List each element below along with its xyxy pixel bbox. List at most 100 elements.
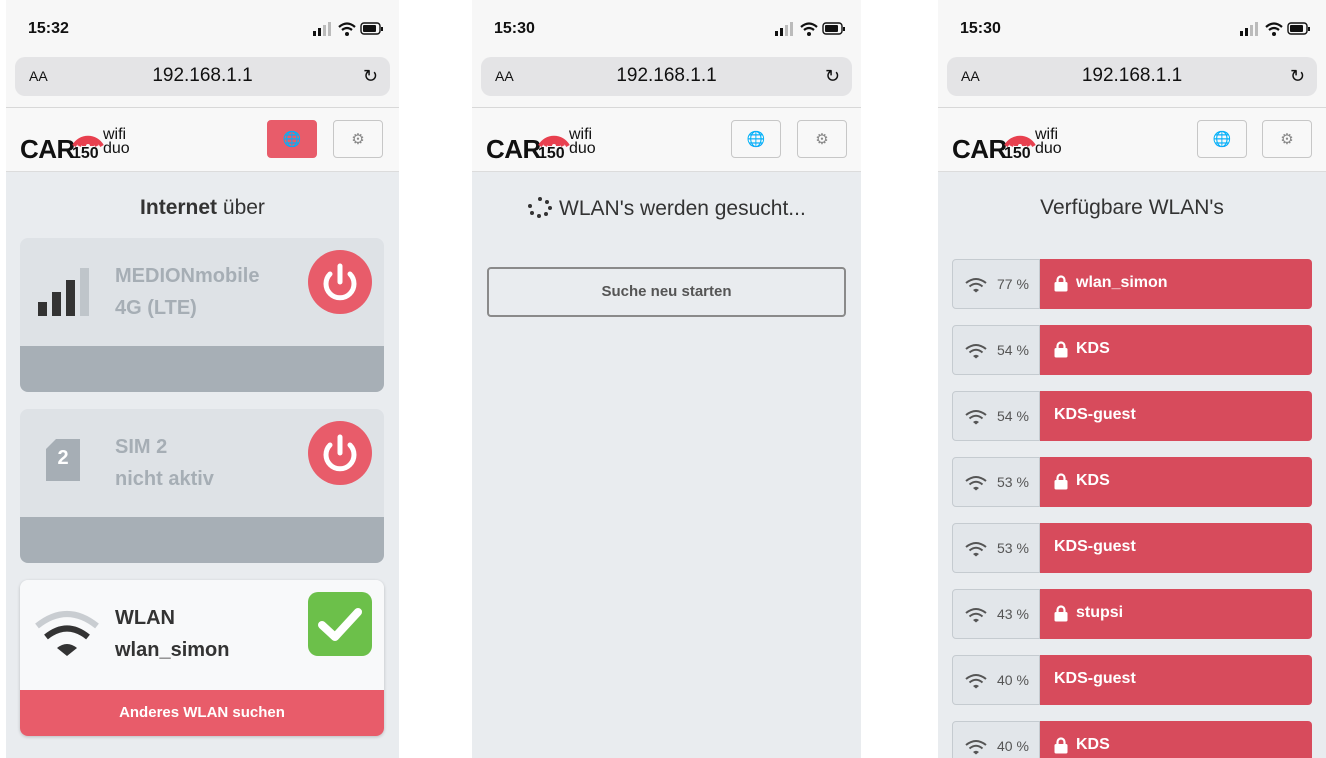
logo-duo: duo xyxy=(569,140,596,157)
wlan-signal: 54 % xyxy=(952,391,1040,441)
address-bar[interactable]: AA 192.168.1.1 ↻ xyxy=(15,57,390,96)
card-mobile: MEDIONmobile 4G (LTE) xyxy=(20,238,384,392)
wifi-signal-icon xyxy=(965,278,987,293)
wifi-signal-icon xyxy=(965,674,987,689)
wlan-name: KDS xyxy=(1076,472,1110,489)
wlan-name: KDS-guest xyxy=(1054,406,1136,423)
wlan-list-item[interactable]: 54 % KDS xyxy=(952,325,1312,375)
searching-status: WLAN's werden gesucht... xyxy=(472,196,861,221)
power-button-sim2[interactable] xyxy=(308,421,372,485)
wlan-signal-value: 53 % xyxy=(997,540,1029,556)
wlan-signal-value: 40 % xyxy=(997,738,1029,754)
wlan-signal-value: 43 % xyxy=(997,606,1029,622)
logo-number: 150 xyxy=(538,145,565,162)
status-time: 15:30 xyxy=(494,20,535,37)
browser-chrome: 15:32 AA 192.168.1.1 ↻ xyxy=(6,0,399,108)
wlan-list-item[interactable]: 40 % KDS-guest xyxy=(952,655,1312,705)
lock-icon xyxy=(1054,275,1068,292)
settings-button[interactable]: ⚙ xyxy=(1262,120,1312,158)
logo-duo: duo xyxy=(1035,140,1062,157)
browser-chrome: 15:30 AA 192.168.1.1 ↻ xyxy=(938,0,1326,108)
wlan-name: wlan_simon xyxy=(1076,274,1168,291)
wlan-name-button[interactable]: wlan_simon xyxy=(1040,259,1312,309)
wlan-signal-value: 54 % xyxy=(997,342,1029,358)
internet-button[interactable]: 🌐 xyxy=(1197,120,1247,158)
wlan-signal: 40 % xyxy=(952,655,1040,705)
reload-icon[interactable]: ↻ xyxy=(825,66,840,87)
wlan-list-item[interactable]: 77 % wlan_simon xyxy=(952,259,1312,309)
app-header: CAR 150 wifi duo 🌐 ⚙ xyxy=(6,108,399,172)
wlan-signal: 43 % xyxy=(952,589,1040,639)
wlan-name-button[interactable]: stupsi xyxy=(1040,589,1312,639)
page-title: Verfügbare WLAN's xyxy=(1040,196,1224,219)
restart-search-button[interactable]: Suche neu starten xyxy=(487,267,846,317)
wlan-signal: 53 % xyxy=(952,457,1040,507)
app-header: CAR 150 wifi duo 🌐 ⚙ xyxy=(472,108,861,172)
wlan-list-item[interactable]: 43 % stupsi xyxy=(952,589,1312,639)
wlan-name-button[interactable]: KDS xyxy=(1040,457,1312,507)
card-wlan: WLAN wlan_simon Anderes WLAN suchen xyxy=(20,580,384,736)
lock-icon xyxy=(1054,473,1068,490)
wlan-signal: 40 % xyxy=(952,721,1040,758)
wlan-name-button[interactable]: KDS-guest xyxy=(1040,523,1312,573)
reload-icon[interactable]: ↻ xyxy=(363,66,378,87)
searching-text: WLAN's werden gesucht... xyxy=(559,197,806,220)
globe-icon: 🌐 xyxy=(1212,131,1232,148)
wlan-name-button[interactable]: KDS-guest xyxy=(1040,655,1312,705)
reload-icon[interactable]: ↻ xyxy=(1290,66,1305,87)
lock-icon xyxy=(1054,605,1068,622)
settings-button[interactable]: ⚙ xyxy=(797,120,847,158)
card-wlan-name: WLAN wlan_simon xyxy=(115,607,230,661)
check-icon xyxy=(318,608,362,641)
wlan-name: KDS-guest xyxy=(1054,538,1136,555)
sim-number: 2 xyxy=(57,447,69,469)
settings-button[interactable]: ⚙ xyxy=(333,120,383,158)
wlan-list-item[interactable]: 53 % KDS xyxy=(952,457,1312,507)
lock-icon xyxy=(1054,737,1068,754)
status-time: 15:30 xyxy=(960,20,1001,37)
status-bar-icon xyxy=(1240,22,1310,37)
card-mobile-footer xyxy=(20,346,384,392)
search-other-wlan-button[interactable]: Anderes WLAN suchen xyxy=(20,690,384,736)
wlan-signal-value: 77 % xyxy=(997,276,1029,292)
signal-bars-icon xyxy=(38,268,89,316)
wlan-list-item[interactable]: 40 % KDS xyxy=(952,721,1312,758)
wlan-name-button[interactable]: KDS xyxy=(1040,721,1312,758)
wifi-signal-icon xyxy=(965,608,987,623)
app-header: CAR 150 wifi duo 🌐 ⚙ xyxy=(938,108,1326,172)
wlan-name-button[interactable]: KDS xyxy=(1040,325,1312,375)
screen-internet-source: 15:32 AA 192.168.1.1 ↻ CAR 150 wifi duo … xyxy=(6,0,399,758)
wifi-signal-icon xyxy=(965,740,987,755)
url-text: 192.168.1.1 xyxy=(1081,65,1183,86)
wifi-icon xyxy=(35,611,99,656)
wlan-name-button[interactable]: KDS-guest xyxy=(1040,391,1312,441)
power-button-mobile[interactable] xyxy=(308,250,372,314)
lock-icon xyxy=(1054,341,1068,358)
logo-car: CAR xyxy=(20,134,75,164)
screen-available-wlans: 15:30 AA 192.168.1.1 ↻ CAR 150 wifi duo … xyxy=(938,0,1326,758)
status-icons xyxy=(1240,20,1310,37)
card-mobile-name: MEDIONmobile 4G (LTE) xyxy=(115,265,260,319)
url-text: 192.168.1.1 xyxy=(152,65,253,86)
power-icon xyxy=(323,263,357,301)
wlan-signal: 77 % xyxy=(952,259,1040,309)
wlan-signal-value: 40 % xyxy=(997,672,1029,688)
internet-button[interactable]: 🌐 xyxy=(731,120,781,158)
wlan-list-item[interactable]: 54 % KDS-guest xyxy=(952,391,1312,441)
address-bar[interactable]: AA 192.168.1.1 ↻ xyxy=(481,57,852,96)
address-bar[interactable]: AA 192.168.1.1 ↻ xyxy=(947,57,1317,96)
status-time: 15:32 xyxy=(28,20,69,37)
wlan-list-item[interactable]: 53 % KDS-guest xyxy=(952,523,1312,573)
screen-searching: 15:30 AA 192.168.1.1 ↻ CAR 150 wifi duo … xyxy=(472,0,861,758)
gear-icon: ⚙ xyxy=(815,131,829,148)
wlan-signal: 53 % xyxy=(952,523,1040,573)
gear-icon: ⚙ xyxy=(351,131,365,148)
logo-car: CAR xyxy=(486,134,541,164)
wlan-name: stupsi xyxy=(1076,604,1124,621)
spinner-icon xyxy=(528,197,553,218)
wlan-list: 77 % wlan_simon 54 % KDS 54 % KDS-guest 53 % KD… xyxy=(952,259,1312,758)
browser-chrome: 15:30 AA 192.168.1.1 ↻ xyxy=(472,0,861,108)
status-icons xyxy=(313,20,383,37)
internet-button[interactable]: 🌐 xyxy=(267,120,317,158)
wlan-name: KDS xyxy=(1076,340,1110,357)
